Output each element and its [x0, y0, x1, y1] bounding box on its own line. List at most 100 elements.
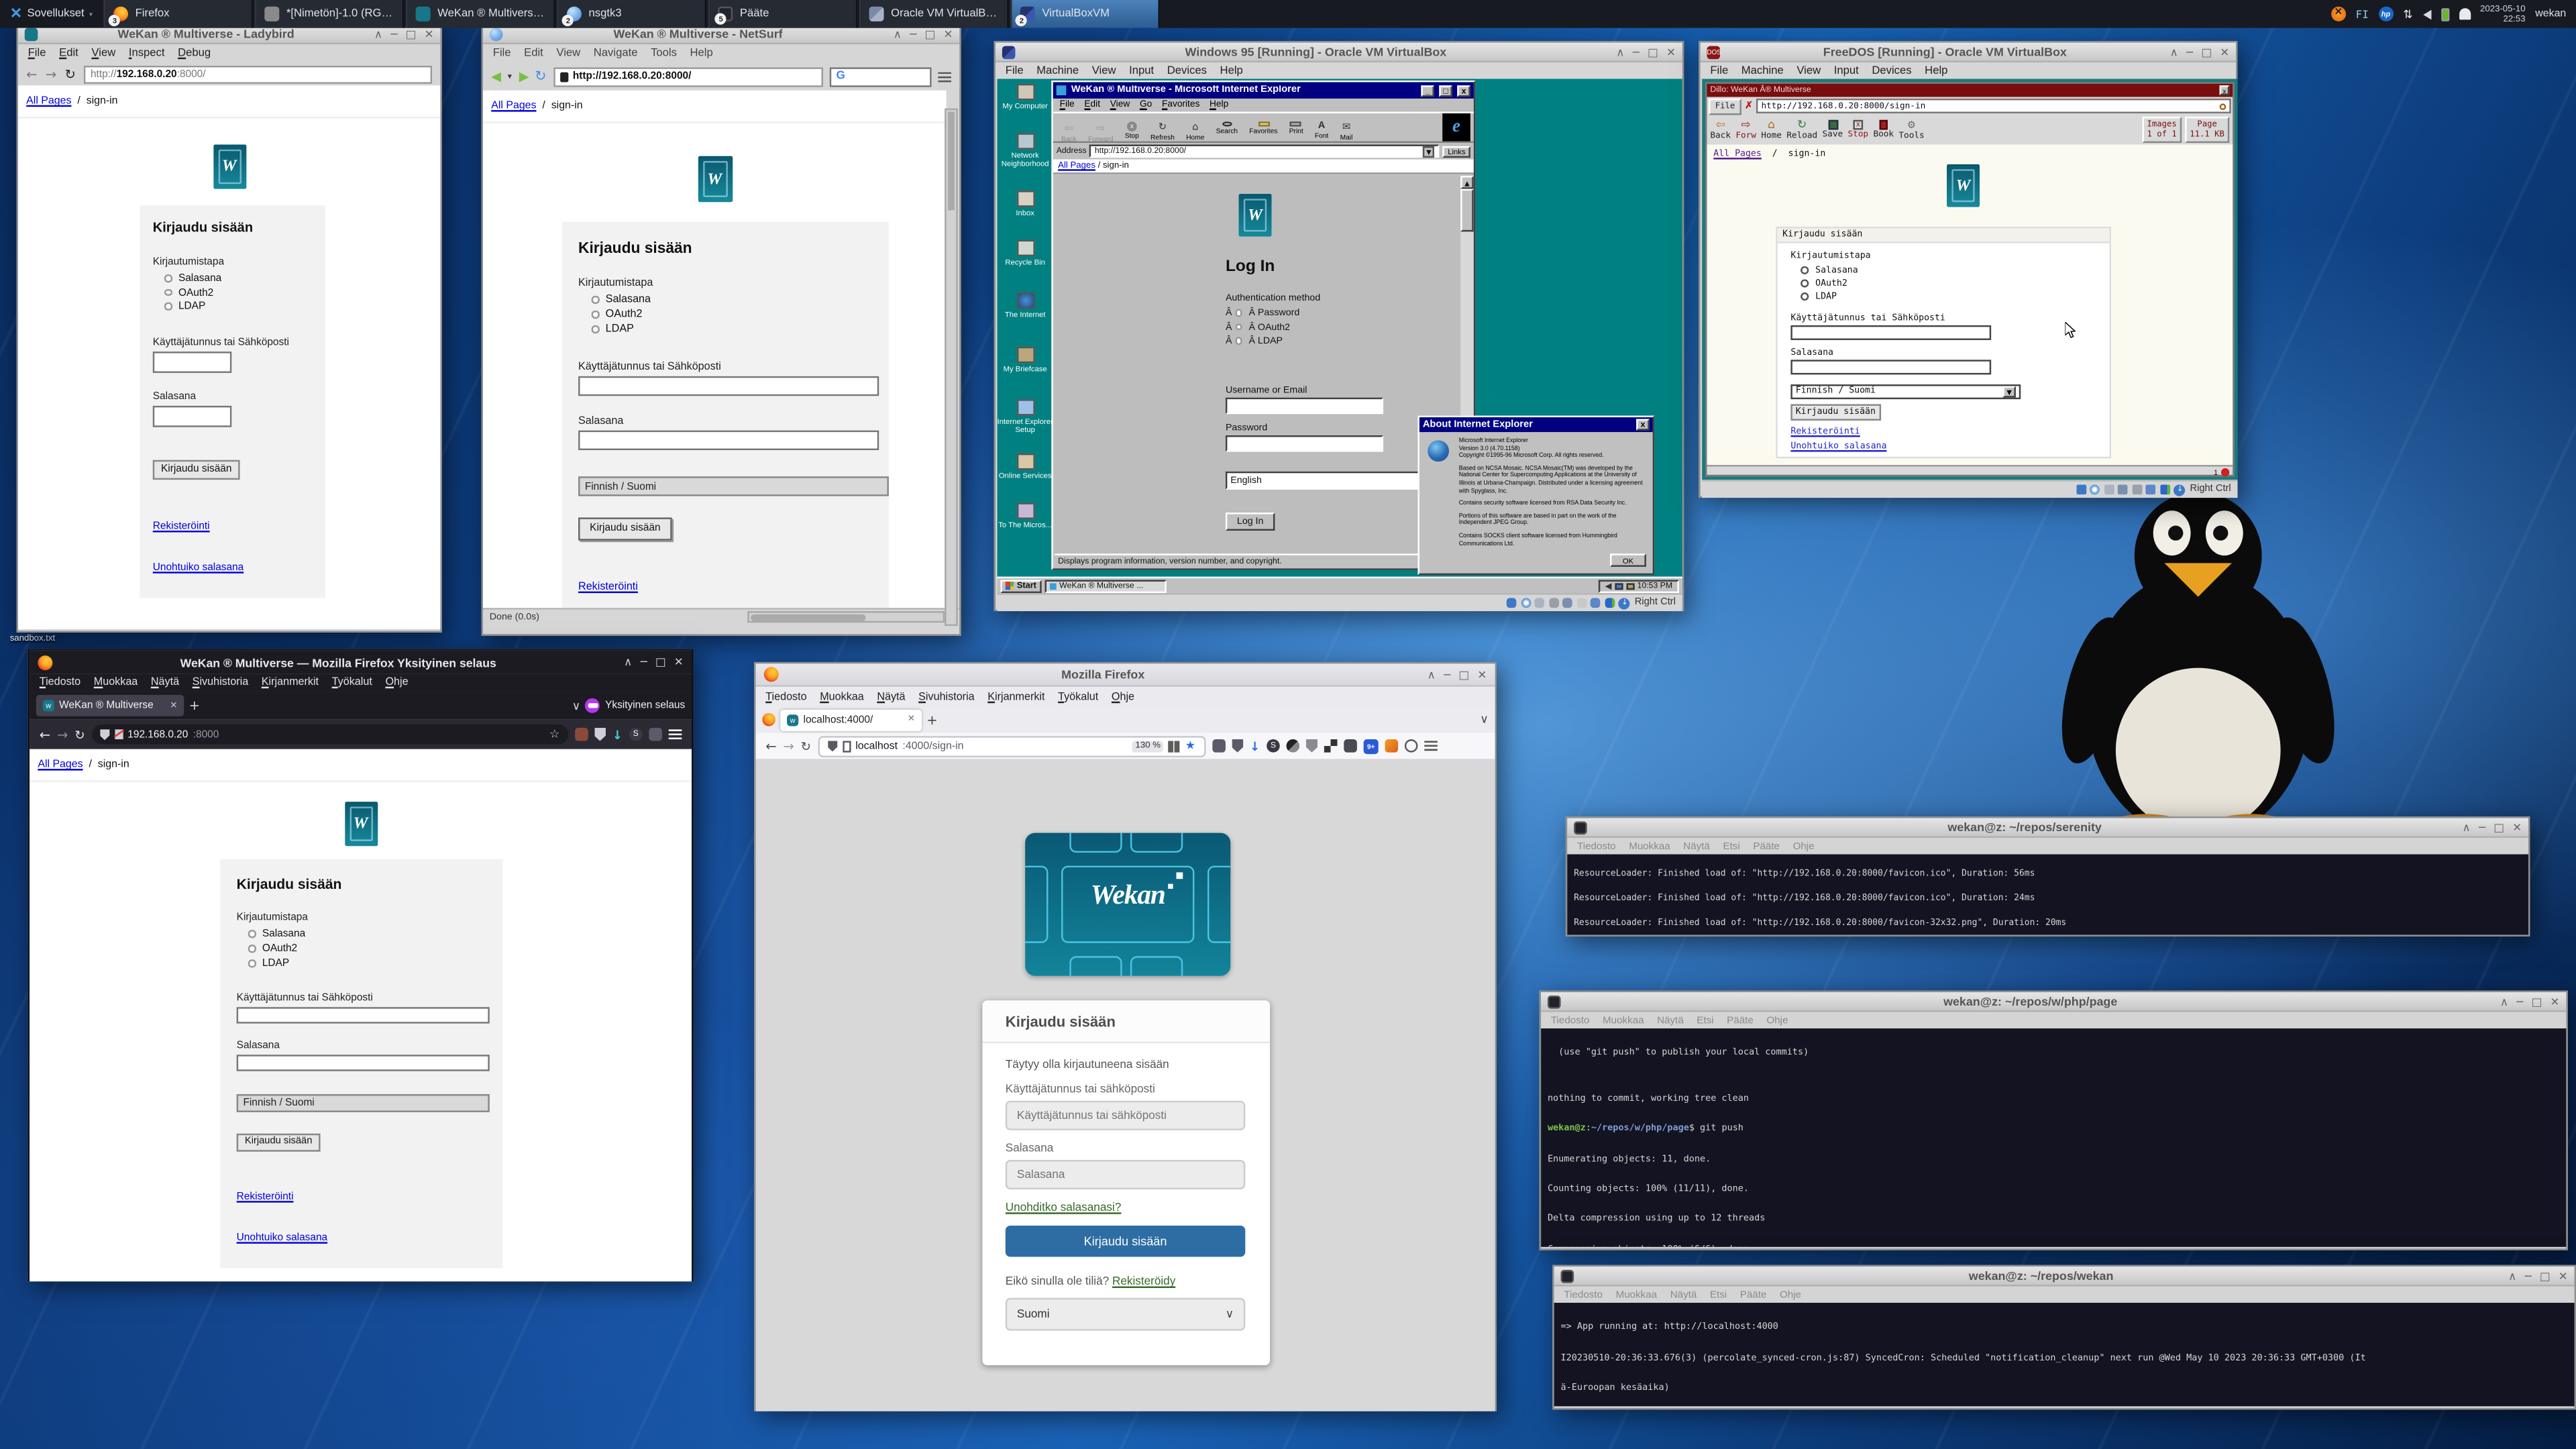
extension-pen-icon[interactable]: [649, 728, 662, 741]
tab-list-icon[interactable]: ∨: [1480, 713, 1489, 727]
search-button[interactable]: Search: [1211, 121, 1242, 134]
radio-icon[interactable]: [164, 303, 172, 310]
freedos-vbox-titlebar[interactable]: DOS FreeDOS [Running] - Oracle VM Virtua…: [1701, 43, 2236, 62]
taskbar-item-terminal[interactable]: 5 Pääte: [708, 0, 858, 28]
rollup-icon[interactable]: ∧: [2463, 820, 2471, 834]
menu-ohje[interactable]: Ohje: [1793, 841, 1815, 852]
menu-tiedosto[interactable]: Tiedosto: [1564, 1289, 1603, 1300]
menu-ohje[interactable]: Ohje: [385, 677, 408, 688]
menu-tiedosto[interactable]: Tiedosto: [765, 691, 806, 702]
app-menu-icon[interactable]: [1424, 741, 1438, 751]
close-icon[interactable]: ✕: [943, 27, 953, 40]
menu-view[interactable]: View: [556, 48, 580, 59]
menu-sivuhistoria[interactable]: Sivuhistoria: [918, 691, 974, 702]
language-select[interactable]: Finnish / Suomi: [578, 476, 889, 496]
menu-muokkaa[interactable]: Muokkaa: [1629, 841, 1670, 852]
volume-icon[interactable]: [2422, 9, 2430, 19]
menu-icon[interactable]: [938, 72, 951, 82]
clock[interactable]: 2023-05-1022:53: [2480, 4, 2526, 23]
menu-view[interactable]: View: [1110, 100, 1130, 110]
radio-password[interactable]: Â Â Password: [1226, 309, 1299, 319]
username-input[interactable]: [578, 376, 879, 396]
bookmark-star-icon[interactable]: ★: [1185, 739, 1195, 753]
display-icon[interactable]: [1614, 582, 1622, 589]
menu-tiedosto[interactable]: Tiedosto: [1577, 841, 1616, 852]
extension-ublock-icon[interactable]: [574, 728, 588, 741]
refresh-button[interactable]: ↻Refresh: [1146, 121, 1180, 134]
register-link[interactable]: Rekisteröinti: [153, 521, 210, 532]
terminal-titlebar[interactable]: wekan@z: ~/repos/w/php/page ∧─□✕: [1541, 992, 2566, 1012]
menu-input[interactable]: Input: [1129, 66, 1154, 77]
register-link[interactable]: Rekisteröidy: [1112, 1277, 1175, 1288]
menu-view[interactable]: View: [1092, 66, 1116, 77]
menu-view[interactable]: View: [91, 48, 115, 59]
mail-button[interactable]: ✉Mail: [1335, 121, 1358, 134]
notification-bell-icon[interactable]: [2459, 8, 2470, 19]
win95-icon-the-internet[interactable]: The Internet: [998, 292, 1053, 319]
all-pages-link[interactable]: All Pages: [1058, 161, 1095, 171]
forgot-password-link[interactable]: Unohtuiko salasana: [153, 562, 244, 574]
rollup-icon[interactable]: ∧: [1428, 668, 1436, 682]
close-icon[interactable]: ✕: [674, 655, 684, 669]
hp-tray-icon[interactable]: hp: [2379, 7, 2394, 21]
insecure-lock-icon[interactable]: [115, 729, 123, 739]
language-select[interactable]: Finnish / Suomi▼: [1790, 384, 2021, 398]
taskbar-item-virtualbox-manager[interactable]: Oracle VM VirtualBox M...: [860, 0, 1010, 28]
minimize-icon[interactable]: ─: [2525, 1269, 2532, 1283]
bookmark-star-icon[interactable]: ☆: [549, 728, 559, 741]
all-pages-link[interactable]: All Pages: [491, 100, 536, 111]
home-button[interactable]: ⌂Home: [1181, 121, 1210, 134]
extension-grid-icon[interactable]: [1324, 739, 1338, 753]
close-icon[interactable]: x: [1457, 85, 1470, 96]
menu-help[interactable]: Help: [690, 48, 713, 59]
favorites-button[interactable]: Favorites: [1244, 121, 1283, 134]
file-menu-button[interactable]: File: [1709, 98, 1741, 114]
forward-button[interactable]: ⇨Forw: [1735, 117, 1756, 143]
terminal-output[interactable]: (use "git push" to publish your local co…: [1541, 1028, 2566, 1247]
win95-vbox-titlebar[interactable]: Windows 95 [Running] - Oracle VM Virtual…: [996, 43, 1682, 62]
forgot-password-link[interactable]: Unohtuiko salasana: [1790, 442, 1886, 452]
signin-button[interactable]: Kirjaudu sisään: [1006, 1226, 1246, 1257]
password-input[interactable]: [153, 406, 232, 427]
taskbar-item-wekan-ladybird[interactable]: WeKan ® Multiverse - L...: [407, 0, 556, 28]
forgot-password-link[interactable]: Unohtuiko salasana: [237, 1232, 327, 1244]
password-input[interactable]: [237, 1055, 490, 1071]
back-icon[interactable]: ←: [26, 66, 37, 81]
url-input[interactable]: http://192.168.0.20:8000/sign-in: [1756, 99, 2231, 113]
menu-debug[interactable]: Debug: [178, 48, 211, 59]
taskbar-item-virtualboxvm[interactable]: 2 VirtualBoxVM: [1011, 0, 1161, 28]
app-indicator-icon[interactable]: ✕: [2331, 7, 2346, 21]
language-select[interactable]: English▼: [1226, 472, 1434, 490]
battery-icon[interactable]: [2440, 7, 2449, 21]
close-icon[interactable]: ✕: [1477, 668, 1487, 682]
menu-devices[interactable]: Devices: [1167, 66, 1207, 77]
desktop-file-label[interactable]: sandbox.txt: [10, 634, 56, 644]
menu-etsi[interactable]: Etsi: [1723, 841, 1739, 852]
maximize-icon[interactable]: □: [2493, 820, 2504, 834]
menu-input[interactable]: Input: [1834, 66, 1859, 77]
menu-ohje[interactable]: Ohje: [1766, 1014, 1788, 1026]
maximize-icon[interactable]: □: [2540, 1269, 2551, 1283]
extension-uo-icon[interactable]: [1306, 739, 1318, 753]
forward-icon[interactable]: →: [46, 66, 56, 81]
radio-password[interactable]: Salasana: [164, 273, 312, 284]
extension-s-icon[interactable]: S: [1267, 739, 1280, 753]
menu-help[interactable]: Help: [1925, 66, 1947, 77]
terminal-titlebar[interactable]: wekan@z: ~/repos/wekan ∧─□✕: [1554, 1267, 2575, 1286]
menu-machine[interactable]: Machine: [1036, 66, 1079, 77]
reload-icon[interactable]: ↻: [535, 68, 546, 85]
menu-inspect[interactable]: Inspect: [129, 48, 165, 59]
menu-nayta[interactable]: Näytä: [1683, 841, 1710, 852]
radio-password[interactable]: Salasana: [1801, 266, 2096, 276]
back-button[interactable]: ⇦Back: [1057, 121, 1082, 134]
password-input[interactable]: [1790, 359, 1991, 374]
tab-wekan[interactable]: w WeKan ® Multiverse ✕: [36, 695, 184, 716]
username-input[interactable]: [1226, 398, 1383, 414]
radio-ldap[interactable]: LDAP: [248, 958, 486, 969]
forward-icon[interactable]: →: [57, 727, 68, 742]
menu-paate[interactable]: Pääte: [1727, 1014, 1754, 1026]
applications-menu-button[interactable]: ✕ Sovellukset ▾: [0, 0, 103, 28]
back-icon[interactable]: ←: [40, 727, 50, 742]
menu-muokkaa[interactable]: Muokkaa: [1603, 1014, 1644, 1026]
url-input[interactable]: http://192.168.0.20:8000/: [84, 65, 432, 83]
